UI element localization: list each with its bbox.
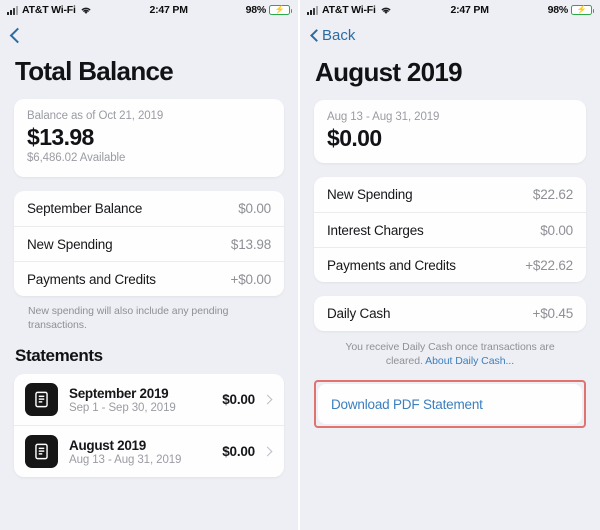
total-balance-amount: $13.98 [27, 124, 94, 150]
download-highlight-box: Download PDF Statement [314, 380, 586, 429]
page-title-right: August 2019 [315, 57, 463, 87]
list-item[interactable]: September 2019 Sep 1 - Sep 30, 2019 $0.0… [14, 374, 284, 425]
table-row[interactable]: New Spending $13.98 [14, 226, 284, 261]
carrier-label: AT&T Wi-Fi [22, 4, 76, 16]
status-bar-left-group: AT&T Wi-Fi [307, 4, 392, 16]
daily-cash-label: Daily Cash [327, 306, 391, 322]
status-bar-left: AT&T Wi-Fi 2:47 PM 98% ⚡ [0, 0, 298, 20]
right-phone-screen: AT&T Wi-Fi 2:47 PM 98% ⚡ Back August 201… [300, 0, 600, 530]
nav-bar-left [0, 20, 298, 50]
right-content: August 2019 Aug 13 - Aug 31, 2019 $0.00 … [300, 57, 600, 429]
back-button-right[interactable]: Back [308, 27, 355, 44]
row-label: Payments and Credits [27, 271, 156, 287]
download-pdf-statement-button[interactable]: Download PDF Statement [318, 384, 582, 425]
about-daily-cash-link[interactable]: About Daily Cash... [425, 355, 514, 367]
chevron-right-icon [262, 446, 273, 457]
battery-percent-label: 98% [547, 4, 569, 16]
statement-name: August 2019 [69, 437, 146, 453]
list-item-text: September 2019 Sep 1 - Sep 30, 2019 [69, 386, 222, 414]
row-value: +$22.62 [525, 257, 573, 273]
row-label: Payments and Credits [327, 257, 456, 273]
chevron-right-icon [262, 394, 273, 405]
statement-amount: $0.00 [222, 444, 255, 460]
pending-transactions-note: New spending will also include any pendi… [28, 305, 229, 332]
row-label: New Spending [27, 236, 113, 252]
daily-cash-card: Daily Cash +$0.45 [314, 296, 586, 332]
balance-as-of-label: Balance as of Oct 21, 2019 [27, 110, 164, 122]
table-row[interactable]: Daily Cash +$0.45 [314, 296, 586, 331]
carrier-label: AT&T Wi-Fi [322, 4, 376, 16]
row-value: $0.00 [540, 222, 573, 238]
battery-charging-icon: ⚡ [269, 5, 292, 15]
row-value: $0.00 [238, 201, 271, 217]
daily-cash-value: +$0.45 [532, 306, 574, 322]
table-row[interactable]: Payments and Credits +$22.62 [314, 247, 586, 282]
battery-charging-icon: ⚡ [571, 5, 594, 15]
row-label: Interest Charges [327, 222, 424, 238]
list-item[interactable]: August 2019 Aug 13 - Aug 31, 2019 $0.00 [14, 425, 284, 477]
table-row[interactable]: September Balance $0.00 [14, 191, 284, 226]
page-title-left: Total Balance [15, 56, 174, 86]
statements-list-card: September 2019 Sep 1 - Sep 30, 2019 $0.0… [14, 374, 284, 478]
row-label: New Spending [327, 187, 413, 203]
wifi-icon [380, 6, 392, 15]
status-bar-clock: 2:47 PM [149, 4, 188, 16]
total-balance-card: Balance as of Oct 21, 2019 $13.98 $6,486… [14, 99, 284, 178]
back-button-right-label: Back [322, 26, 356, 44]
balance-summary-card: September Balance $0.00 New Spending $13… [14, 191, 284, 297]
cellular-signal-icon [7, 5, 18, 15]
status-bar-left-group: AT&T Wi-Fi [7, 4, 92, 16]
statement-amount: $0.00 [222, 392, 255, 408]
row-value: +$0.00 [230, 271, 272, 287]
row-label: September Balance [27, 201, 143, 217]
list-item-text: August 2019 Aug 13 - Aug 31, 2019 [69, 438, 222, 466]
left-content: Total Balance Balance as of Oct 21, 2019… [0, 56, 298, 478]
statement-summary-card: New Spending $22.62 Interest Charges $0.… [314, 177, 586, 283]
statements-heading: Statements [15, 346, 103, 366]
table-row[interactable]: Payments and Credits +$0.00 [14, 261, 284, 296]
status-bar-clock: 2:47 PM [450, 4, 489, 16]
statement-date-range: Sep 1 - Sep 30, 2019 [69, 401, 176, 414]
available-credit-label: $6,486.02 Available [27, 152, 126, 165]
download-pdf-statement-label: Download PDF Statement [331, 396, 483, 412]
status-bar-right-group: 98% ⚡ [547, 4, 594, 16]
statement-balance-amount: $0.00 [327, 125, 382, 151]
statement-name: September 2019 [69, 385, 169, 401]
statement-period-label: Aug 13 - Aug 31, 2019 [327, 111, 440, 123]
table-row[interactable]: Interest Charges $0.00 [314, 212, 586, 247]
dual-screenshot-container: AT&T Wi-Fi 2:47 PM 98% ⚡ Total Balance B… [0, 0, 600, 530]
status-bar-right-group: 98% ⚡ [245, 4, 292, 16]
back-button-left[interactable] [8, 27, 26, 43]
row-value: $22.62 [532, 187, 573, 203]
statement-date-range: Aug 13 - Aug 31, 2019 [69, 453, 182, 466]
statement-document-icon [25, 383, 58, 417]
statement-document-icon [25, 435, 58, 469]
chevron-left-icon [310, 28, 323, 42]
nav-bar-right: Back [300, 20, 600, 50]
left-phone-screen: AT&T Wi-Fi 2:47 PM 98% ⚡ Total Balance B… [0, 0, 300, 530]
cellular-signal-icon [307, 5, 318, 15]
chevron-left-icon [9, 27, 26, 43]
status-bar-right: AT&T Wi-Fi 2:47 PM 98% ⚡ [300, 0, 600, 20]
battery-percent-label: 98% [245, 4, 267, 16]
table-row[interactable]: New Spending $22.62 [314, 177, 586, 212]
daily-cash-note: You receive Daily Cash once transactions… [330, 340, 570, 368]
wifi-icon [80, 6, 92, 15]
statement-balance-card: Aug 13 - Aug 31, 2019 $0.00 [314, 100, 586, 164]
row-value: $13.98 [230, 236, 271, 252]
